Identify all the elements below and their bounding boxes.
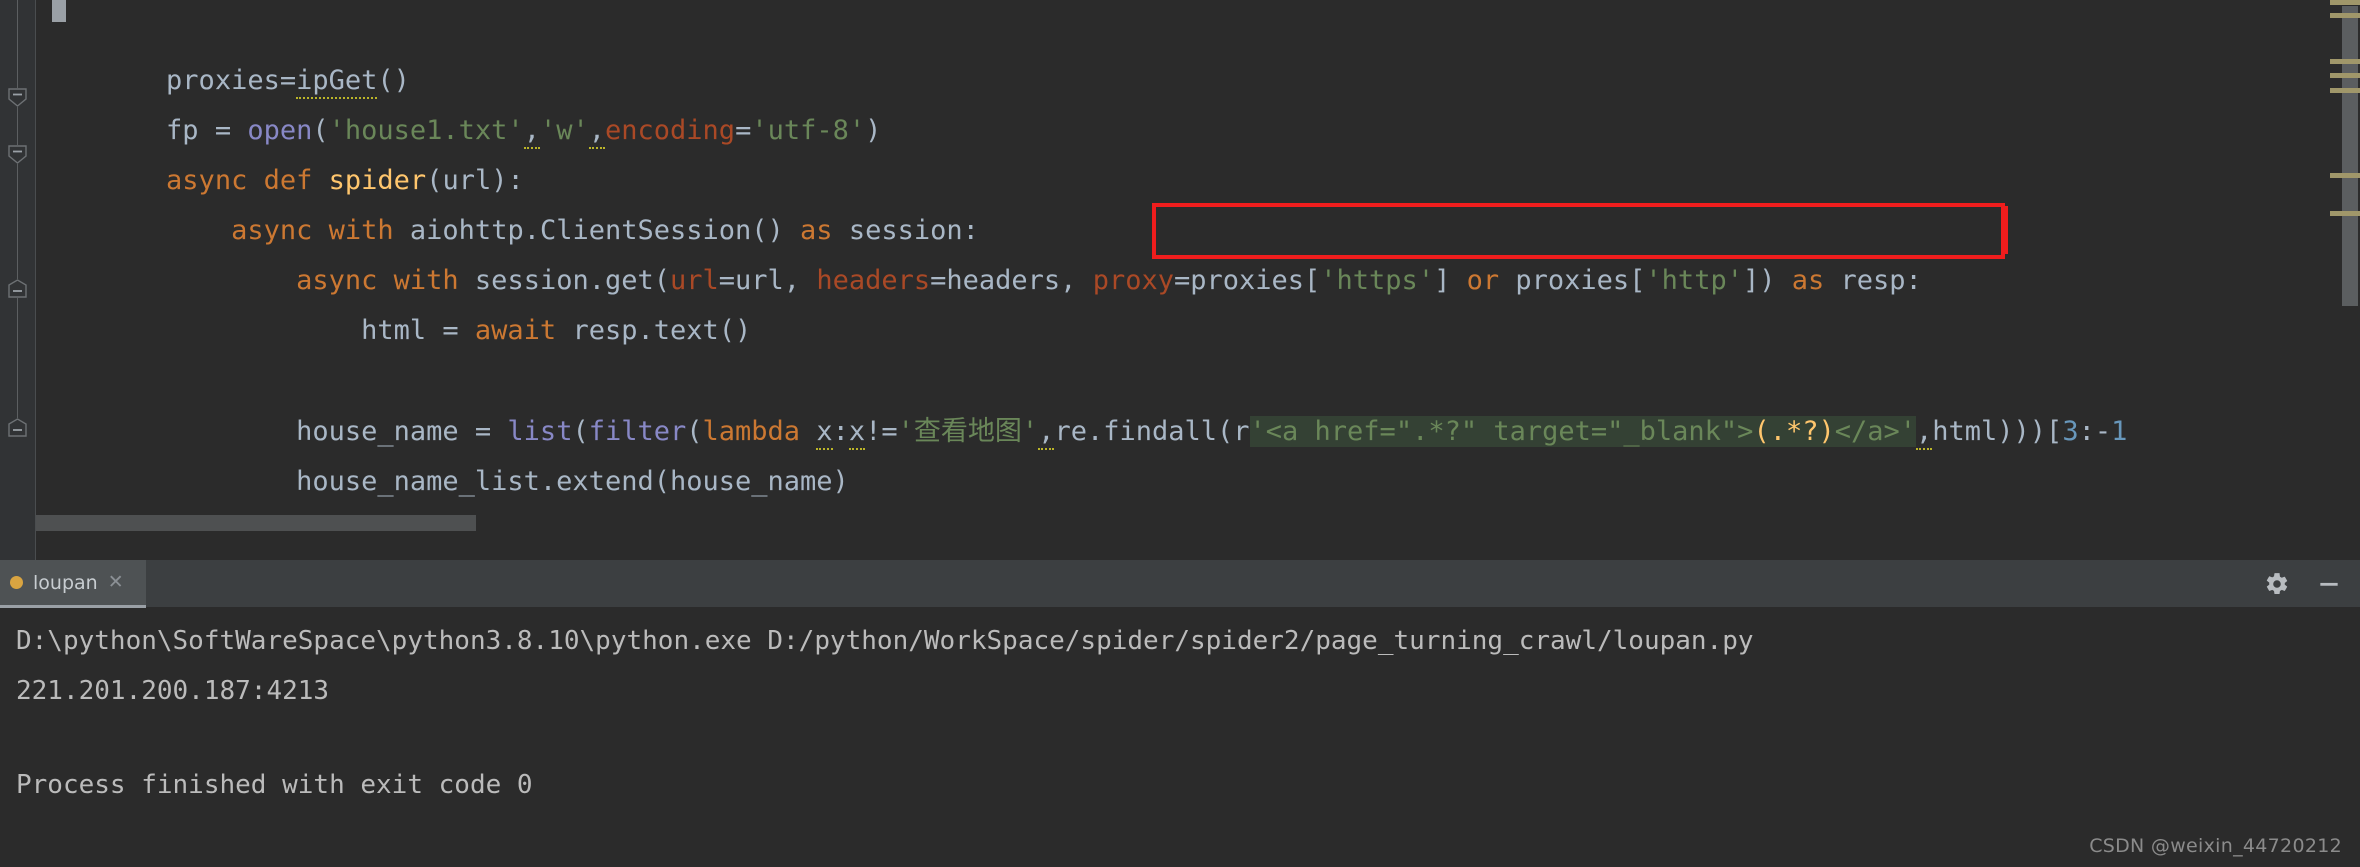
fold-marker-collapse[interactable] bbox=[8, 418, 27, 437]
console-line-command: D:\python\SoftWareSpace\python3.8.10\pyt… bbox=[16, 626, 1754, 656]
code-token-mode-w: 'w' bbox=[539, 114, 589, 146]
text-caret-top bbox=[52, 0, 66, 22]
inspection-marker[interactable] bbox=[2330, 88, 2360, 93]
inspection-marker[interactable] bbox=[2330, 173, 2360, 178]
fold-line bbox=[17, 298, 18, 418]
warning-squiggle-def bbox=[36, 138, 436, 145]
code-line-extend[interactable]: house_name_list.extend(house_name) bbox=[36, 406, 849, 558]
code-token-or: or bbox=[1466, 264, 1500, 296]
console-output[interactable]: D:\python\SoftWareSpace\python3.8.10\pyt… bbox=[0, 608, 2360, 867]
code-token-chinese-str: '查看地图' bbox=[897, 415, 1039, 447]
run-tool-window: loupan ✕ D:\python\SoftWareSpace\python3… bbox=[0, 560, 2360, 867]
gear-icon[interactable] bbox=[2264, 571, 2290, 597]
console-line-exit-status: Process finished with exit code 0 bbox=[16, 770, 533, 800]
csdn-watermark: CSDN @weixin_44720212 bbox=[2089, 835, 2342, 857]
code-token-slice-end: 1 bbox=[2111, 415, 2128, 447]
fold-line bbox=[17, 164, 18, 279]
code-text-area[interactable]: proxies=ipGet() fp = open('house1.txt','… bbox=[36, 0, 2300, 560]
close-icon[interactable]: ✕ bbox=[108, 573, 124, 592]
inspection-marker[interactable] bbox=[2330, 59, 2360, 64]
inspection-marker[interactable] bbox=[2330, 0, 2360, 5]
run-status-dot-icon bbox=[10, 576, 23, 589]
fold-line bbox=[17, 107, 18, 145]
pycharm-window: proxies=ipGet() fp = open('house1.txt','… bbox=[0, 0, 2360, 867]
fold-marker-collapse[interactable] bbox=[8, 279, 27, 298]
editor-vertical-scrollbar-thumb[interactable] bbox=[2342, 6, 2358, 306]
run-tool-window-header: loupan ✕ bbox=[0, 560, 2360, 608]
editor-horizontal-scrollbar-track[interactable] bbox=[36, 538, 2300, 560]
code-token-await: await bbox=[474, 314, 557, 346]
inspection-marker[interactable] bbox=[2330, 211, 2360, 216]
editor-horizontal-scrollbar-thumb[interactable] bbox=[36, 515, 476, 531]
code-token-http-str: 'http' bbox=[1645, 264, 1743, 296]
code-token-headers-kwarg: headers bbox=[816, 264, 931, 296]
code-token-utf8: 'utf-8' bbox=[751, 114, 866, 146]
fold-marker-collapse[interactable] bbox=[8, 145, 27, 164]
code-token-slice-start: 3 bbox=[2062, 415, 2079, 447]
code-editor[interactable]: proxies=ipGet() fp = open('house1.txt','… bbox=[0, 0, 2360, 560]
fold-marker-collapse[interactable] bbox=[8, 88, 27, 107]
code-token-regex-literal: '<a href=".*?" target="_blank"> bbox=[1249, 415, 1754, 447]
code-token-as-2: as bbox=[1791, 264, 1825, 296]
editor-vertical-scrollbar-track[interactable] bbox=[2330, 0, 2360, 560]
console-line-proxy-ip: 221.201.200.187:4213 bbox=[16, 676, 330, 706]
inspection-marker[interactable] bbox=[2330, 13, 2360, 18]
code-token-proxy-kwarg: proxy bbox=[1092, 264, 1174, 296]
code-token-https-str: 'https' bbox=[1320, 264, 1435, 296]
run-tab-loupan[interactable]: loupan ✕ bbox=[0, 560, 146, 608]
fold-line bbox=[17, 0, 18, 88]
run-tool-window-actions bbox=[2264, 560, 2360, 608]
run-tab-label: loupan bbox=[33, 571, 98, 594]
minimize-icon[interactable] bbox=[2316, 571, 2342, 597]
code-token-regex-group: (.*?) bbox=[1753, 415, 1835, 447]
code-token-encoding-kwarg: encoding bbox=[605, 114, 736, 146]
inspection-marker[interactable] bbox=[2330, 73, 2360, 78]
text-caret bbox=[2005, 206, 2008, 254]
